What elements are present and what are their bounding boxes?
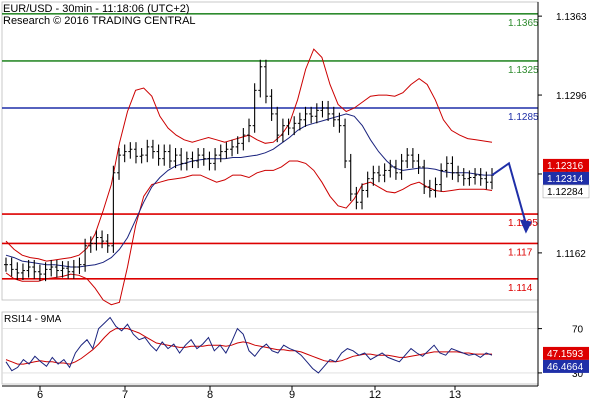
rsi-value-label: 47.1593 <box>547 349 584 360</box>
rsi-y-tick-label: 70 <box>572 325 584 336</box>
price-box-label: 1.12314 <box>547 174 584 185</box>
chart-window: 1.13651.13251.12851.11951.1171.1141.1363… <box>0 0 590 400</box>
y-tick-label: 1.1363 <box>556 12 587 23</box>
x-tick-label: 12 <box>369 389 381 400</box>
y-tick-label: 1.1296 <box>556 91 587 102</box>
y-tick-label: 1.1162 <box>556 249 586 260</box>
level-label: 1.117 <box>508 247 533 258</box>
chart-title: EUR/USD - 30min - 11:18:06 (UTC+2) <box>3 3 190 15</box>
x-tick-label: 8 <box>207 389 213 400</box>
x-tick-label: 7 <box>122 389 128 400</box>
level-label: 1.1365 <box>508 18 539 29</box>
rsi-title: RSI14 - 9MA <box>4 314 62 325</box>
chart-copyright: Research © 2016 TRADING CENTRAL <box>3 15 196 27</box>
level-label: 1.114 <box>508 283 533 294</box>
level-label: 1.1325 <box>508 65 539 76</box>
x-tick-label: 13 <box>449 389 461 400</box>
level-label: 1.1285 <box>508 112 539 123</box>
x-tick-label: 9 <box>289 389 295 400</box>
rsi-value-label: 46.4664 <box>547 362 584 373</box>
x-tick-label: 6 <box>37 389 43 400</box>
price-box-label: 1.12284 <box>547 187 584 198</box>
price-box-label: 1.12316 <box>547 161 584 172</box>
chart-canvas: 1.13651.13251.12851.11951.1171.1141.1363… <box>1 1 590 400</box>
